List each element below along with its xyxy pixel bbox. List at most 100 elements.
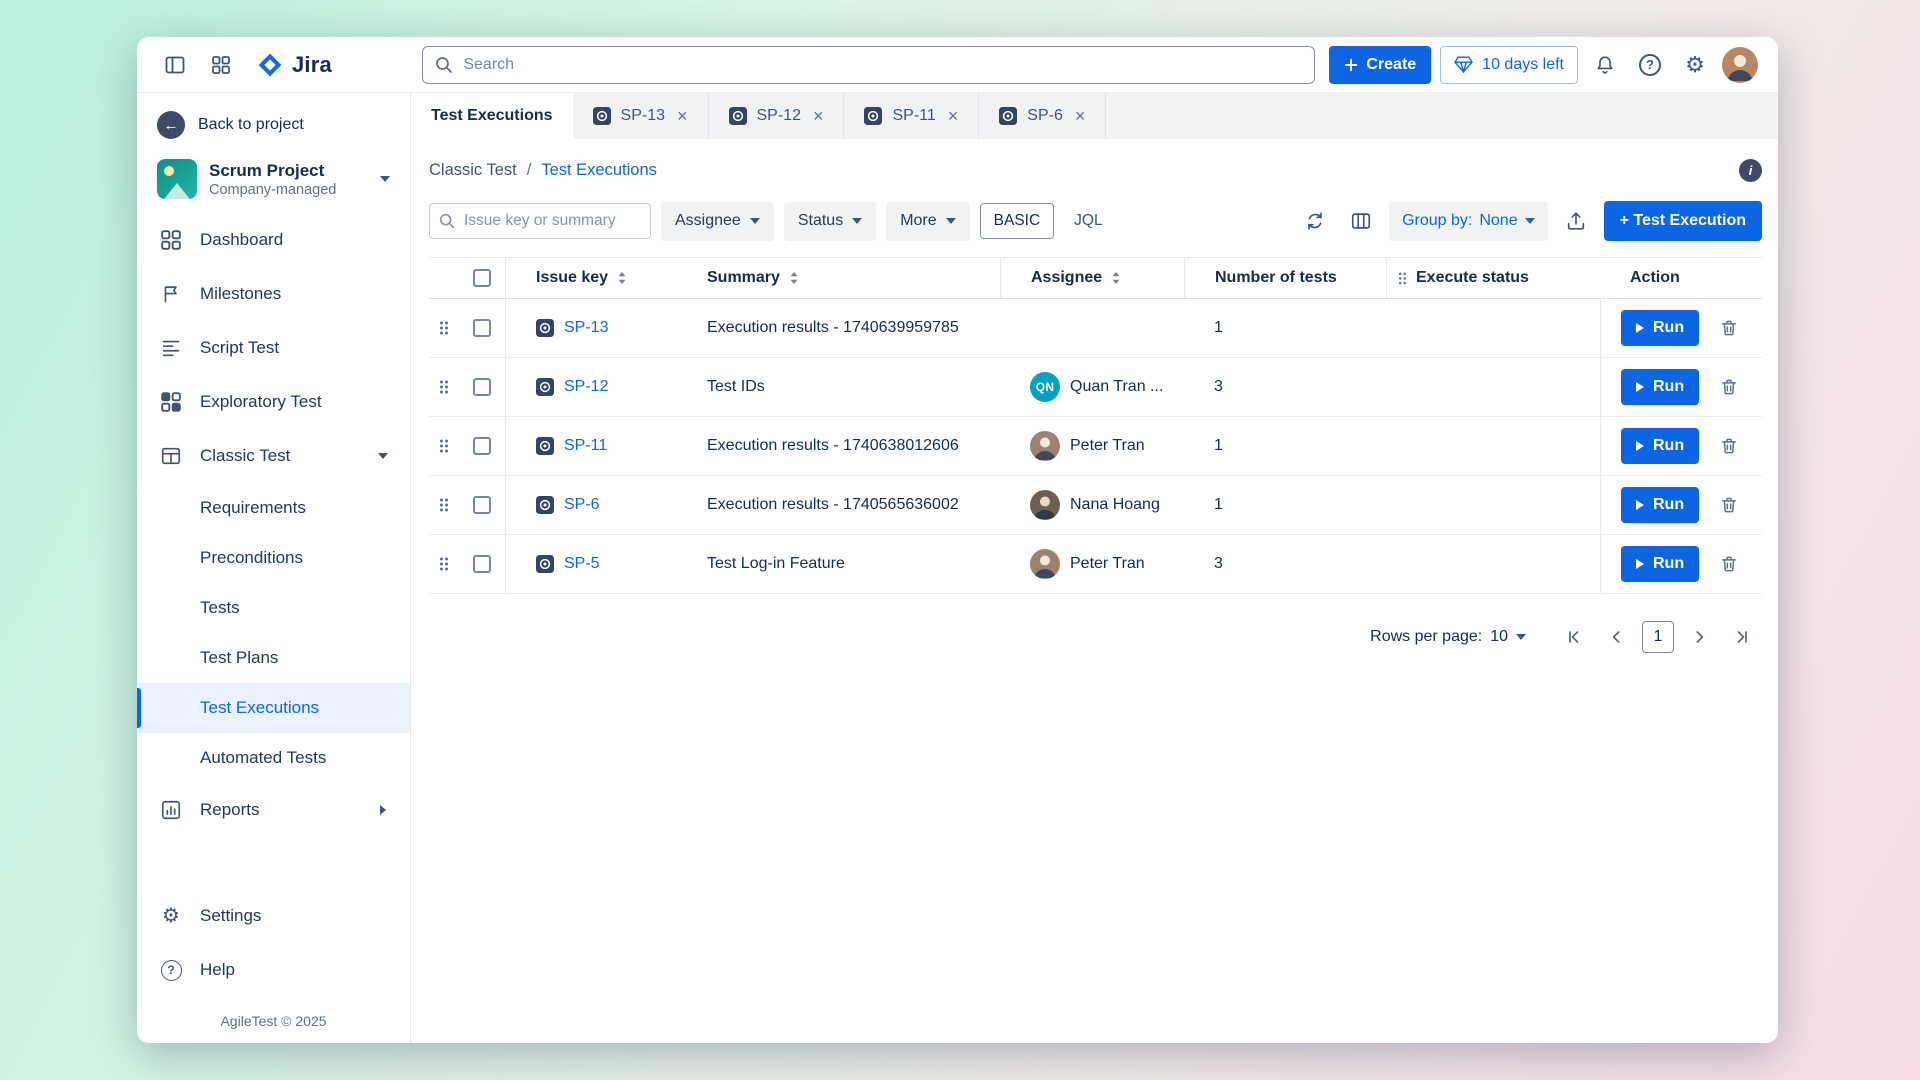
run-button[interactable]: Run [1621, 310, 1699, 346]
info-icon[interactable]: i [1739, 159, 1762, 182]
status-filter-dropdown[interactable]: Status [784, 202, 876, 241]
tab-sp-11[interactable]: SP-11 × [844, 93, 979, 139]
prev-page-icon[interactable] [1600, 620, 1634, 654]
sidebar-item-script-test[interactable]: Script Test [137, 321, 410, 375]
header-assignee[interactable]: Assignee [1000, 258, 1184, 298]
sidebar-item-tests[interactable]: Tests [137, 583, 410, 633]
sidebar-item-dashboard[interactable]: Dashboard [137, 213, 410, 267]
export-icon[interactable] [1558, 203, 1594, 239]
rows-per-page-control[interactable]: Rows per page: 10 [1370, 628, 1526, 646]
chevron-down-icon [852, 218, 862, 224]
sidebar-item-milestones[interactable]: Milestones [137, 267, 410, 321]
header-summary[interactable]: Summary [677, 258, 1000, 298]
delete-icon[interactable] [1719, 554, 1739, 574]
flag-icon [159, 283, 183, 305]
row-checkbox[interactable] [473, 378, 491, 396]
create-button[interactable]: Create [1329, 46, 1431, 84]
topbar-right: Create 10 days left ? ⚙ [1329, 46, 1758, 84]
sidebar-item-requirements[interactable]: Requirements [137, 483, 410, 533]
header-label: Summary [707, 269, 780, 287]
chevron-down-icon [946, 218, 956, 224]
next-page-icon[interactable] [1682, 620, 1716, 654]
delete-icon[interactable] [1719, 377, 1739, 397]
trial-days-button[interactable]: 10 days left [1440, 46, 1578, 84]
header-issue-key[interactable]: Issue key [505, 258, 677, 298]
jql-mode-toggle[interactable]: JQL [1064, 203, 1112, 239]
issue-key-link[interactable]: SP-6 [564, 496, 600, 514]
sidebar-item-test-executions[interactable]: Test Executions [137, 683, 410, 733]
more-filter-label: More [900, 212, 936, 230]
sidebar-item-preconditions[interactable]: Preconditions [137, 533, 410, 583]
sidebar-item-automated-tests[interactable]: Automated Tests [137, 733, 410, 783]
columns-icon[interactable] [1343, 203, 1379, 239]
drag-handle-icon[interactable] [429, 358, 459, 416]
app-switcher-icon[interactable] [203, 47, 239, 83]
select-all-checkbox[interactable] [473, 269, 491, 287]
drag-handle-icon[interactable] [429, 299, 459, 357]
delete-icon[interactable] [1719, 495, 1739, 515]
tab-sp-6[interactable]: SP-6 × [979, 93, 1106, 139]
jira-logo-text: Jira [292, 52, 332, 78]
notifications-bell-icon[interactable] [1587, 47, 1623, 83]
sidebar-subitem-label: Requirements [200, 498, 306, 518]
row-checkbox[interactable] [473, 437, 491, 455]
close-icon[interactable]: × [948, 107, 959, 125]
row-checkbox[interactable] [473, 496, 491, 514]
run-button[interactable]: Run [1621, 546, 1699, 582]
back-to-project[interactable]: ← Back to project [137, 105, 410, 149]
run-button[interactable]: Run [1621, 369, 1699, 405]
last-page-icon[interactable] [1724, 620, 1758, 654]
row-checkbox[interactable] [473, 319, 491, 337]
delete-icon[interactable] [1719, 436, 1739, 456]
global-search-input[interactable] [422, 46, 1315, 84]
basic-mode-toggle[interactable]: BASIC [980, 203, 1055, 239]
settings-gear-icon[interactable]: ⚙ [1677, 47, 1713, 83]
issue-key-link[interactable]: SP-5 [564, 555, 600, 573]
first-page-icon[interactable] [1558, 620, 1592, 654]
issue-key-link[interactable]: SP-13 [564, 319, 608, 337]
group-by-dropdown[interactable]: Group by: None [1389, 202, 1548, 241]
run-button[interactable]: Run [1621, 487, 1699, 523]
sidebar-item-reports[interactable]: Reports [137, 783, 410, 837]
add-test-execution-button[interactable]: + Test Execution [1604, 201, 1762, 241]
drag-handle-icon[interactable] [429, 417, 459, 475]
create-button-label: Create [1366, 56, 1416, 74]
sidebar-item-label: Exploratory Test [200, 392, 322, 412]
sidebar-toggle-icon[interactable] [157, 47, 193, 83]
sidebar-item-test-plans[interactable]: Test Plans [137, 633, 410, 683]
action-cell: Run [1600, 358, 1762, 416]
test-execution-icon [593, 107, 611, 125]
assignee-name: Peter Tran [1070, 437, 1145, 455]
jira-logo[interactable]: Jira [257, 52, 332, 78]
sidebar-item-settings[interactable]: ⚙ Settings [137, 889, 410, 943]
close-icon[interactable]: × [677, 107, 688, 125]
run-button[interactable]: Run [1621, 428, 1699, 464]
breadcrumb-parent[interactable]: Classic Test [429, 161, 517, 180]
close-icon[interactable]: × [813, 107, 824, 125]
project-selector[interactable]: Scrum Project Company-managed [137, 149, 410, 213]
assignee-filter-dropdown[interactable]: Assignee [661, 202, 774, 241]
close-icon[interactable]: × [1075, 107, 1086, 125]
sidebar-item-exploratory-test[interactable]: Exploratory Test [137, 375, 410, 429]
refresh-icon[interactable] [1297, 203, 1333, 239]
more-filter-dropdown[interactable]: More [886, 202, 969, 241]
breadcrumb-current[interactable]: Test Executions [541, 161, 657, 180]
gear-icon: ⚙ [159, 906, 183, 926]
user-avatar[interactable] [1722, 47, 1758, 83]
issue-key-link[interactable]: SP-11 [564, 437, 607, 455]
sidebar-item-classic-test[interactable]: Classic Test [137, 429, 410, 483]
drag-handle-icon[interactable] [429, 535, 459, 593]
delete-icon[interactable] [1719, 318, 1739, 338]
row-checkbox[interactable] [473, 555, 491, 573]
assignee-cell [1000, 299, 1184, 357]
issue-key-link[interactable]: SP-12 [564, 378, 608, 396]
drag-handle-icon[interactable] [429, 476, 459, 534]
help-icon: ? [159, 960, 183, 981]
tab-sp-12[interactable]: SP-12 × [709, 93, 845, 139]
sidebar-item-help[interactable]: ? Help [137, 943, 410, 997]
current-page-indicator[interactable]: 1 [1642, 621, 1674, 653]
help-icon[interactable]: ? [1632, 47, 1668, 83]
tab-sp-13[interactable]: SP-13 × [573, 93, 709, 139]
issue-filter-input[interactable] [429, 203, 651, 239]
tab-test-executions[interactable]: Test Executions [411, 93, 573, 139]
